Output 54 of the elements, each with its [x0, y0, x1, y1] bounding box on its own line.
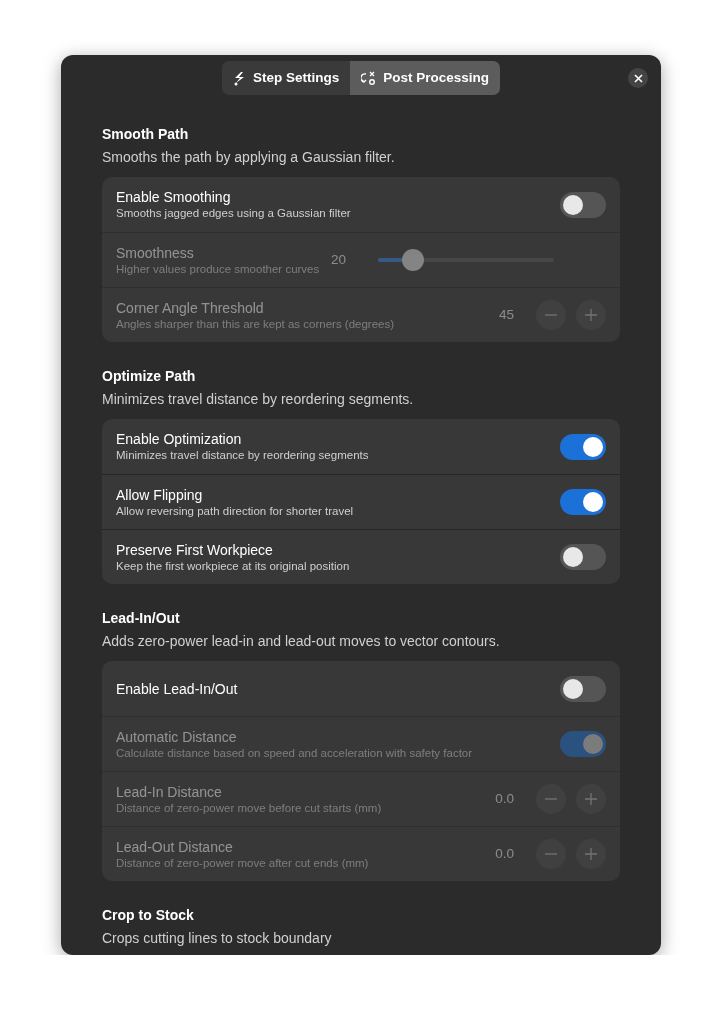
setting-subtitle: Minimizes travel distance by reordering segments	[116, 448, 370, 463]
toggle-switch[interactable]	[560, 675, 606, 702]
setting-title: Enable Lead-In/Out	[116, 679, 239, 698]
increment-button[interactable]	[576, 839, 606, 869]
minus-icon	[545, 798, 557, 800]
setting-title: Preserve First Workpiece	[116, 540, 274, 559]
setting-title: Corner Angle Threshold	[116, 298, 265, 317]
setting-title: Smoothness	[116, 243, 195, 262]
section-description: Minimizes travel distance by reordering segments.	[102, 390, 415, 409]
decrement-button[interactable]	[536, 839, 566, 869]
minus-icon	[545, 314, 557, 316]
plus-icon	[585, 793, 597, 805]
setting-subtitle: Angles sharper than this are kept as corners (degrees)	[116, 316, 396, 332]
section-title: Crop to Stock	[102, 906, 195, 924]
close-button[interactable]	[628, 68, 648, 88]
setting-title: Enable Smoothing	[116, 188, 232, 206]
section-description: Adds zero-power lead-in and lead-out moves to vector contours.	[102, 632, 501, 651]
increment-button[interactable]	[576, 300, 606, 330]
setting-subtitle: Smooths jagged edges using a Gaussian filter	[116, 206, 352, 221]
toggle-switch[interactable]	[560, 191, 606, 218]
decrement-button[interactable]	[536, 300, 566, 330]
close-icon	[633, 73, 643, 83]
setting-title: Enable Optimization	[116, 430, 243, 448]
tab[interactable]: Post Processing	[350, 61, 501, 95]
minus-icon	[545, 853, 557, 855]
spin-value: 45	[498, 305, 514, 324]
setting-title: Lead-In Distance	[116, 782, 223, 801]
toggle-switch[interactable]	[560, 433, 606, 460]
decrement-button[interactable]	[536, 784, 566, 814]
tab[interactable]: Step Settings	[221, 61, 351, 95]
spin-value: 0.0	[495, 789, 514, 808]
slider-value: 20	[331, 250, 347, 269]
setting-title: Lead-Out Distance	[116, 837, 234, 856]
setting-title: Allow Flipping	[116, 485, 204, 504]
toggle-switch[interactable]	[560, 489, 606, 515]
setting-subtitle: Allow reversing path direction for shorter travel	[116, 503, 355, 519]
section-description: Smooths the path by applying a Gaussian filter.	[102, 148, 396, 167]
cycle-gear-icon	[361, 70, 377, 86]
section-title: Smooth Path	[102, 125, 190, 143]
setting-subtitle: Distance of zero-power move after cut ends (mm)	[116, 855, 370, 871]
setting-subtitle: Keep the first workpiece at its original position	[116, 558, 351, 574]
setting-subtitle: Calculate distance based on speed and acceleration with safety factor	[116, 745, 474, 761]
section-description: Crops cutting lines to stock boundary	[102, 929, 333, 948]
toggle-switch[interactable]	[560, 544, 606, 570]
setting-title: Automatic Distance	[116, 727, 238, 746]
section-title: Lead-In/Out	[102, 609, 181, 627]
increment-button[interactable]	[576, 784, 606, 814]
plus-icon	[585, 848, 597, 860]
spin-value: 0.0	[495, 844, 514, 863]
setting-subtitle: Distance of zero-power move before cut starts (mm)	[116, 800, 383, 816]
bolt-icon	[232, 70, 246, 86]
plus-icon	[585, 309, 597, 321]
section-title: Optimize Path	[102, 367, 197, 385]
setting-subtitle: Higher values produce smoother curves	[116, 261, 321, 277]
